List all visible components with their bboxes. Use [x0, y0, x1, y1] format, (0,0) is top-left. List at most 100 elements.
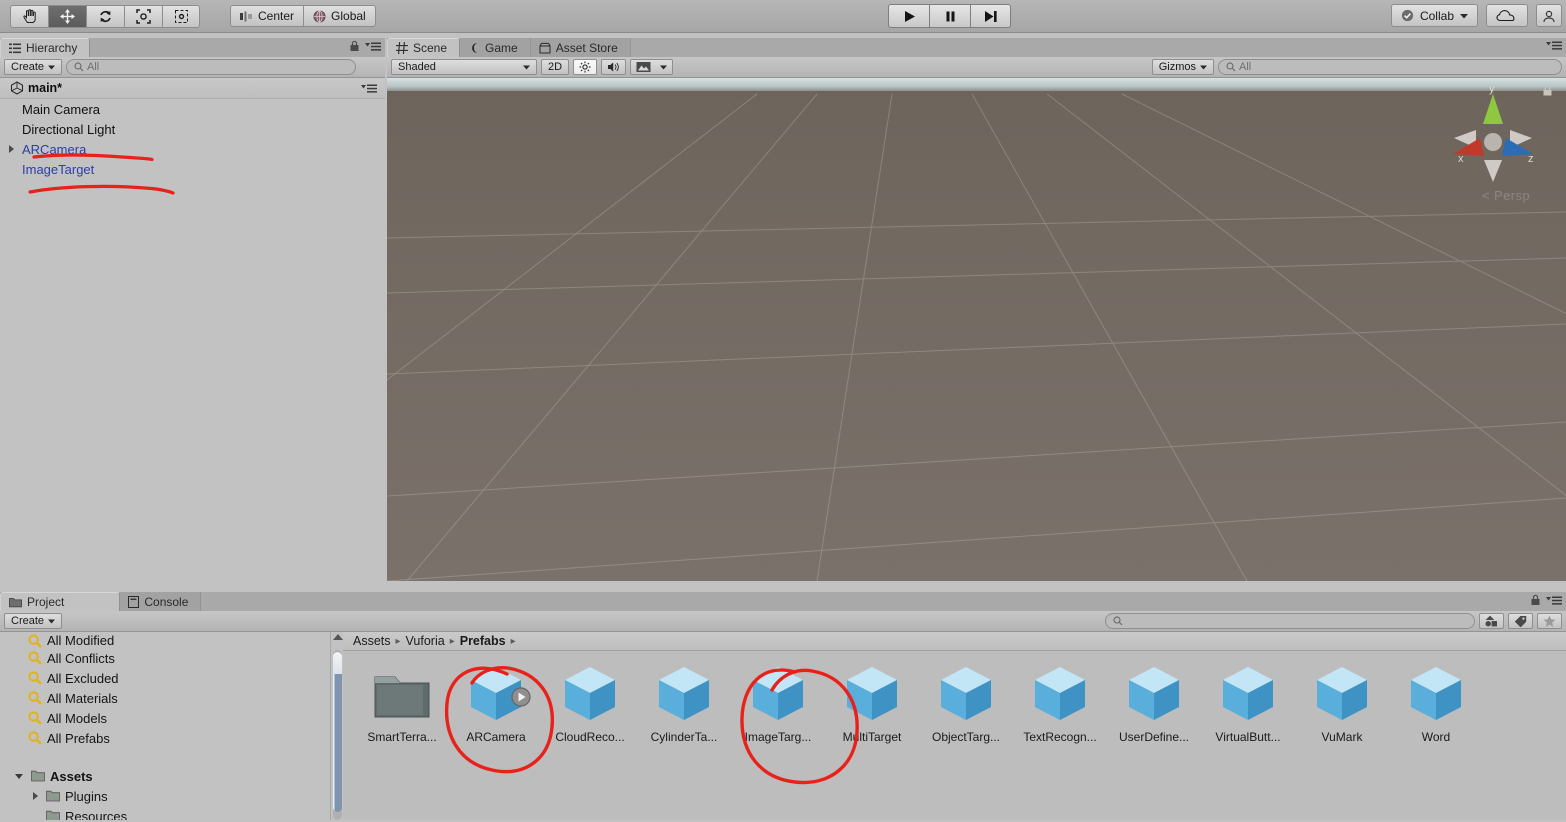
hierarchy-list: main* Main Camera Directional Light ARCa… [0, 78, 385, 536]
scene-view-gizmo[interactable]: x z y [1432, 82, 1554, 202]
breadcrumb-item-prefabs[interactable]: Prefabs [460, 634, 506, 648]
scene-viewport[interactable]: x z y < Persp [387, 78, 1566, 581]
asset-item-vumark[interactable]: VuMark [1295, 663, 1389, 744]
breadcrumb-item-assets[interactable]: Assets [353, 634, 391, 648]
prefab-cube-icon [1035, 667, 1085, 720]
hierarchy-item-arcamera[interactable]: ARCamera [0, 139, 385, 159]
svg-text:x: x [1458, 153, 1464, 165]
tree-row-plugins[interactable]: Plugins [0, 786, 330, 806]
hierarchy-item-imagetarget[interactable]: ImageTarget [0, 159, 385, 179]
hierarchy-scene-row[interactable]: main* [0, 78, 385, 99]
tree-row-all-models[interactable]: All Models [0, 708, 330, 728]
tree-row-label: All Models [47, 710, 107, 726]
breadcrumb-item-vuforia[interactable]: Vuforia [406, 634, 445, 648]
prefab-thumbnail [463, 663, 531, 725]
plugins-foldout-icon[interactable] [33, 792, 38, 800]
folder-icon [374, 676, 430, 718]
arcamera-foldout-icon[interactable] [9, 145, 14, 153]
draw-mode-dropdown[interactable]: Shaded [391, 59, 537, 75]
asset-item-word[interactable]: Word [1389, 663, 1483, 744]
tree-row-all-prefabs[interactable]: All Prefabs [0, 728, 330, 748]
lock-icon[interactable] [349, 40, 360, 52]
play-button[interactable] [888, 4, 929, 28]
scene-options-icon[interactable] [361, 83, 377, 94]
lighting-toggle-button[interactable] [573, 59, 598, 75]
lock-icon[interactable] [1530, 594, 1541, 606]
prefab-thumbnail [1403, 663, 1469, 725]
hierarchy-item-directional-light[interactable]: Directional Light [0, 119, 385, 139]
transform-tools-group [10, 4, 200, 28]
svg-text:y: y [1489, 83, 1495, 95]
tab-hierarchy[interactable]: Hierarchy [0, 38, 91, 57]
asset-item-userdefinedtarget[interactable]: UserDefine... [1107, 663, 1201, 744]
tree-row-resources[interactable]: Resources [0, 806, 330, 820]
asset-item-cylindertarget[interactable]: CylinderTa... [637, 663, 731, 744]
pause-button[interactable] [929, 4, 970, 28]
rotate-tool-button[interactable] [86, 4, 124, 28]
project-vertical-scrollbar[interactable] [330, 632, 343, 820]
hierarchy-search-input[interactable]: All [66, 59, 357, 75]
tab-asset-store[interactable]: Asset Store [530, 38, 631, 57]
collab-button[interactable]: Collab [1390, 4, 1478, 27]
asset-item-arcamera[interactable]: ARCamera [449, 663, 543, 744]
toggle-2d-button[interactable]: 2D [541, 59, 570, 75]
hierarchy-item-main-camera[interactable]: Main Camera [0, 99, 385, 119]
audio-toggle-button[interactable] [601, 59, 627, 75]
project-panel: Project Console Create All Modified All … [0, 592, 1566, 822]
prefab-thumbnail [1121, 663, 1187, 725]
assets-foldout-icon[interactable] [15, 773, 23, 779]
filter-by-type-button[interactable] [1479, 613, 1504, 629]
step-button[interactable] [970, 4, 1011, 28]
move-tool-button[interactable] [48, 4, 86, 28]
scene-tabrow: Scene Game Asset Store [387, 38, 1566, 57]
tree-row-all-materials[interactable]: All Materials [0, 688, 330, 708]
rect-tool-button[interactable] [162, 4, 200, 28]
account-button[interactable] [1536, 4, 1562, 27]
tab-scene[interactable]: Scene [387, 38, 461, 57]
project-tabrow: Project Console [0, 592, 1566, 611]
pivot-mode-button[interactable]: Center [230, 5, 304, 27]
hierarchy-panel: Hierarchy Create All main* Main Camera D… [0, 38, 385, 583]
project-search-input[interactable] [1105, 613, 1475, 629]
effects-toggle-button[interactable] [630, 59, 674, 75]
filter-by-label-button[interactable] [1508, 613, 1533, 629]
hierarchy-options-icon[interactable] [365, 41, 381, 52]
hand-tool-button[interactable] [10, 4, 48, 28]
favorites-button[interactable] [1537, 613, 1562, 629]
asset-item-multitarget[interactable]: MultiTarget [825, 663, 919, 744]
hierarchy-create-button[interactable]: Create [4, 59, 63, 75]
scale-tool-button[interactable] [124, 4, 162, 28]
scene-options-icon[interactable] [1546, 40, 1562, 51]
folder-icon [31, 770, 45, 782]
project-options-icon[interactable] [1546, 595, 1562, 606]
tab-game[interactable]: Game [460, 38, 531, 57]
tab-console[interactable]: Console [120, 592, 202, 611]
scene-search-input[interactable]: All [1218, 59, 1562, 75]
tree-row-assets[interactable]: Assets [0, 766, 330, 786]
cloud-button[interactable] [1486, 4, 1528, 27]
folder-thumbnail [369, 663, 435, 725]
asset-item-virtualbutton[interactable]: VirtualButt... [1201, 663, 1295, 744]
gizmos-label: Gizmos [1158, 61, 1196, 73]
prefab-cube-icon [941, 667, 991, 720]
project-create-button[interactable]: Create [4, 613, 63, 629]
tag-icon [1514, 616, 1527, 627]
prefab-model-badge-icon [511, 687, 531, 707]
tab-project[interactable]: Project [0, 592, 121, 611]
asset-item-smartterrain[interactable]: SmartTerra... [355, 663, 449, 744]
scene-projection-label[interactable]: < Persp [1482, 188, 1530, 203]
asset-item-cloudreco[interactable]: CloudReco... [543, 663, 637, 744]
tree-row-all-conflicts[interactable]: All Conflicts [0, 648, 330, 668]
prefab-cube-icon [1129, 667, 1179, 720]
asset-item-objecttarget[interactable]: ObjectTarg... [919, 663, 1013, 744]
asset-item-textrecognition[interactable]: TextRecogn... [1013, 663, 1107, 744]
gizmos-dropdown[interactable]: Gizmos [1151, 59, 1214, 75]
scrollbar-thumb[interactable] [333, 652, 342, 812]
scroll-up-arrow-icon[interactable] [333, 634, 343, 640]
tree-row-all-modified[interactable]: All Modified [0, 634, 330, 648]
asset-item-imagetarget[interactable]: ImageTarg... [731, 663, 825, 744]
space-mode-button[interactable]: Global [303, 5, 376, 27]
tree-row-all-excluded[interactable]: All Excluded [0, 668, 330, 688]
search-icon [28, 691, 42, 705]
